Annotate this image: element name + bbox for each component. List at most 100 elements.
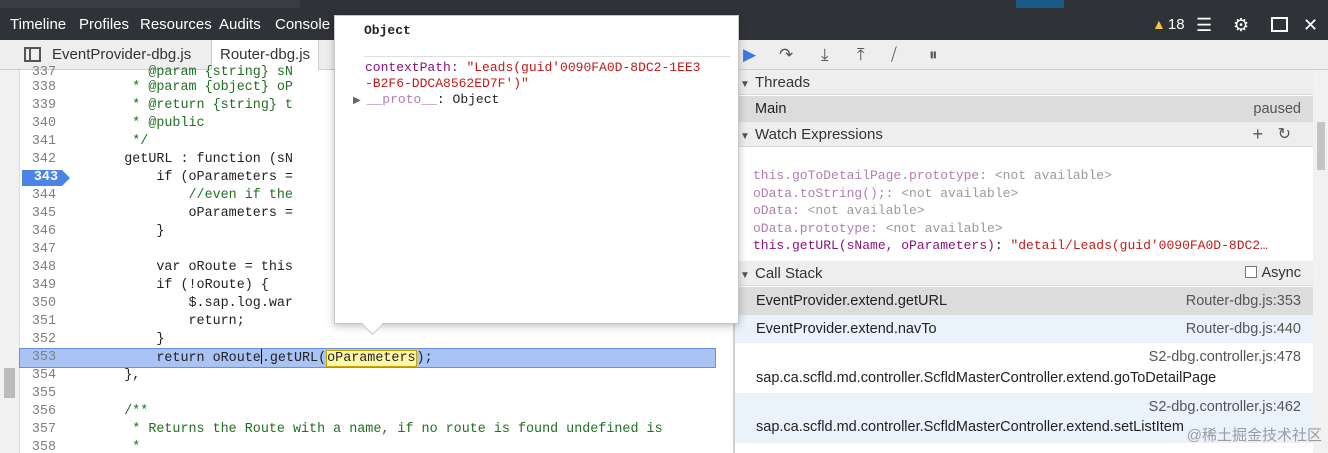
code-text: getURL : function (sN — [76, 152, 293, 167]
async-toggle[interactable]: Async — [1244, 261, 1302, 286]
line-number[interactable]: 338 — [20, 79, 56, 97]
callstack-frame[interactable]: EventProvider.extend.navTo Router-dbg.js… — [735, 315, 1313, 343]
line-number[interactable]: 341 — [20, 133, 56, 151]
code-text: * @param {object} oP — [76, 80, 293, 95]
line-number[interactable]: 339 — [20, 97, 56, 115]
code-text: */ — [76, 134, 149, 149]
console-drawer-icon[interactable]: ☰ — [1196, 15, 1212, 36]
watch-expression: this.getURL(sName, oParameters) — [753, 238, 995, 253]
line-number[interactable]: 356 — [20, 403, 56, 421]
code-text: oParameters = — [76, 206, 293, 221]
line-number[interactable]: 346 — [20, 223, 56, 241]
async-label: Async — [1261, 265, 1302, 281]
line-number[interactable]: 345 — [20, 205, 56, 223]
thread-row[interactable]: Main paused — [735, 96, 1313, 123]
resume-icon[interactable]: ▶ — [743, 45, 756, 65]
callstack-frame[interactable]: S2-dbg.controller.js:478 sap.ca.scfld.md… — [735, 343, 1313, 393]
nav-resources[interactable]: Resources — [140, 16, 212, 33]
watch-expression: oData.toString(); — [753, 186, 886, 201]
code-line: 352 } — [20, 331, 715, 349]
nav-audits[interactable]: Audits — [219, 16, 261, 33]
property-key: contextPath — [365, 60, 451, 75]
watch-item[interactable]: oData.toString();: <not available> — [753, 185, 1018, 203]
line-number[interactable]: 355 — [20, 385, 56, 403]
line-number[interactable]: 352 — [20, 331, 56, 349]
frame-function: EventProvider.extend.getURL — [756, 293, 948, 309]
code-line: 358 * — [20, 439, 715, 453]
popover-property: contextPath: "Leads(guid'0090FA0D-8DC2-1… — [365, 60, 701, 91]
object-popover: Object contextPath: "Leads(guid'0090FA0D… — [334, 15, 739, 324]
callstack-header[interactable]: ▼ Call Stack Async — [735, 261, 1313, 286]
code-text: /** — [76, 404, 149, 419]
line-number[interactable]: 350 — [20, 295, 56, 313]
sidebar-scrollbar[interactable] — [1313, 70, 1328, 453]
close-icon[interactable]: ✕ — [1303, 15, 1318, 36]
watch-item[interactable]: this.getURL(sName, oParameters): "detail… — [753, 237, 1268, 255]
watch-header[interactable]: ▼ Watch Expressions + ↻ — [735, 122, 1313, 147]
frame-location[interactable]: Router-dbg.js:353 — [1186, 287, 1301, 315]
line-number[interactable]: 354 — [20, 367, 56, 385]
line-number[interactable]: 347 — [20, 241, 56, 259]
refresh-icon[interactable]: ↻ — [1278, 122, 1291, 147]
code-text: * @public — [76, 116, 205, 131]
editor-scrollbar-thumb[interactable] — [4, 368, 15, 398]
line-number[interactable]: 349 — [20, 277, 56, 295]
callstack-frame[interactable]: EventProvider.extend.getURL Router-dbg.j… — [735, 287, 1313, 315]
pause-on-exceptions-icon[interactable]: ⏸ — [929, 45, 938, 65]
thread-name: Main — [755, 101, 787, 117]
breakpoint-marker[interactable]: 343 — [22, 170, 70, 186]
current-execution-line: 353 return oRoute.getURL(oParameters); — [19, 348, 716, 368]
line-number[interactable]: 357 — [20, 421, 56, 439]
code-fragment: ); — [416, 351, 433, 366]
line-number[interactable]: 344 — [20, 187, 56, 205]
step-out-icon[interactable]: ⤒ — [857, 45, 865, 65]
async-checkbox[interactable] — [1244, 266, 1257, 278]
watch-item[interactable]: this.goToDetailPage.prototype: <not avai… — [753, 167, 1112, 185]
code-text: //even if the — [76, 188, 293, 203]
line-number[interactable]: 351 — [20, 313, 56, 331]
popover-proto-row[interactable]: ▶ __proto__: Object — [353, 92, 499, 110]
frame-location[interactable]: S2-dbg.controller.js:478 — [1149, 349, 1301, 365]
code-text: } — [76, 332, 165, 347]
frame-location[interactable]: Router-dbg.js:440 — [1186, 315, 1301, 343]
add-icon[interactable]: + — [1252, 122, 1263, 147]
code-text: return; — [76, 314, 245, 329]
line-number[interactable]: 342 — [20, 151, 56, 169]
watch-item[interactable]: oData.prototype: <not available> — [753, 220, 1003, 238]
frame-function: sap.ca.scfld.md.controller.ScfldMasterCo… — [756, 370, 1217, 386]
watch-value: "detail/Leads(guid'0090FA0D-8DC2… — [1010, 238, 1268, 253]
line-number[interactable]: 358 — [20, 439, 56, 453]
hovered-variable[interactable]: oParameters — [326, 350, 417, 367]
line-number[interactable]: 348 — [20, 259, 56, 277]
deactivate-breakpoints-icon[interactable]: ⧸ — [891, 45, 897, 65]
line-number[interactable]: 340 — [20, 115, 56, 133]
step-over-icon[interactable]: ↷ — [779, 45, 793, 65]
nav-profiles[interactable]: Profiles — [79, 16, 129, 33]
toolbar-edge — [0, 0, 300, 8]
nav-console[interactable]: Console — [275, 16, 330, 33]
watch-expression: oData — [753, 203, 793, 218]
section-title: Threads — [755, 74, 811, 91]
watch-value: <not available> — [994, 168, 1112, 183]
property-value: Object — [452, 92, 500, 107]
code-text: if (!oRoute) { — [76, 278, 269, 293]
threads-header[interactable]: ▼ Threads — [735, 70, 1313, 95]
watch-value: <not available> — [885, 221, 1003, 236]
frame-location[interactable]: S2-dbg.controller.js:462 — [1149, 399, 1301, 415]
toolbar-edge-accent — [1016, 0, 1064, 8]
watch-value: <not available> — [807, 203, 925, 218]
warning-icon: ▲ — [1152, 16, 1166, 32]
editor-scrollbar[interactable] — [0, 70, 20, 453]
sidebar-scrollbar-thumb[interactable] — [1317, 122, 1325, 170]
warnings-counter[interactable]: ▲ 18 — [1152, 16, 1185, 33]
line-number[interactable]: 353 — [20, 349, 56, 367]
expand-triangle-icon[interactable]: ▶ — [353, 96, 361, 107]
code-line: 355 — [20, 385, 715, 403]
watch-item[interactable]: oData: <not available> — [753, 202, 925, 220]
gear-icon[interactable]: ⚙ — [1233, 15, 1249, 36]
nav-timeline[interactable]: Timeline — [10, 16, 66, 33]
toggle-navigator-icon[interactable] — [24, 47, 41, 62]
dock-side-icon[interactable] — [1271, 17, 1288, 32]
watch-expression: this.goToDetailPage.prototype — [753, 168, 980, 183]
step-into-icon[interactable]: ⤓ — [821, 45, 829, 65]
